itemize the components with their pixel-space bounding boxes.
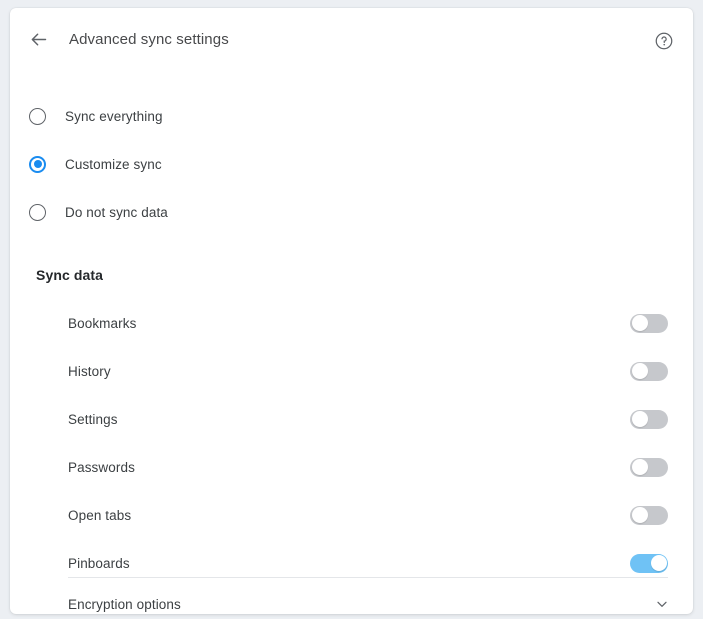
- advanced-sync-settings-card: Advanced sync settings Sync everything C…: [10, 8, 693, 614]
- radio-label-do-not-sync-data: Do not sync data: [65, 204, 168, 220]
- sync-toggle-open-tabs[interactable]: [630, 505, 668, 525]
- help-button[interactable]: [652, 29, 676, 53]
- sync-item-label-history: History: [68, 363, 111, 379]
- help-circle-icon: [655, 32, 673, 50]
- sync-item-label-pinboards: Pinboards: [68, 555, 130, 571]
- radio-option-sync-everything[interactable]: Sync everything: [10, 92, 693, 140]
- sync-data-list: Bookmarks History Settings Passwords Ope: [10, 299, 693, 587]
- encryption-expand-button[interactable]: [653, 595, 671, 613]
- sync-data-heading: Sync data: [36, 267, 104, 283]
- sync-item-label-passwords: Passwords: [68, 459, 135, 475]
- radio-option-customize-sync[interactable]: Customize sync: [10, 140, 693, 188]
- toggle-knob: [631, 363, 648, 379]
- radio-indicator-customize-sync[interactable]: [29, 155, 46, 173]
- encryption-options-row[interactable]: Encryption options: [10, 578, 693, 614]
- toggle-knob: [650, 555, 667, 571]
- sync-toggle-history[interactable]: [630, 361, 668, 381]
- sync-item-open-tabs[interactable]: Open tabs: [10, 491, 693, 539]
- sync-item-history[interactable]: History: [10, 347, 693, 395]
- radio-label-customize-sync: Customize sync: [65, 156, 162, 172]
- back-button[interactable]: [20, 21, 56, 57]
- sync-toggle-pinboards[interactable]: [630, 553, 668, 573]
- sync-toggle-passwords[interactable]: [630, 457, 668, 477]
- radio-indicator-do-not-sync-data[interactable]: [29, 203, 46, 221]
- page-header: Advanced sync settings: [10, 8, 693, 70]
- sync-item-settings[interactable]: Settings: [10, 395, 693, 443]
- chevron-down-icon: [657, 601, 667, 607]
- radio-option-do-not-sync-data[interactable]: Do not sync data: [10, 188, 693, 236]
- radio-label-sync-everything: Sync everything: [65, 108, 163, 124]
- sync-item-label-settings: Settings: [68, 411, 118, 427]
- sync-item-bookmarks[interactable]: Bookmarks: [10, 299, 693, 347]
- toggle-knob: [631, 411, 648, 427]
- sync-item-passwords[interactable]: Passwords: [10, 443, 693, 491]
- radio-indicator-sync-everything[interactable]: [29, 107, 46, 125]
- toggle-knob: [631, 507, 648, 523]
- sync-toggle-bookmarks[interactable]: [630, 313, 668, 333]
- sync-mode-radio-group: Sync everything Customize sync Do not sy…: [10, 92, 693, 236]
- sync-item-label-bookmarks: Bookmarks: [68, 315, 137, 331]
- arrow-left-icon: [31, 33, 46, 45]
- toggle-knob: [631, 315, 648, 331]
- sync-toggle-settings[interactable]: [630, 409, 668, 429]
- page-title: Advanced sync settings: [69, 30, 229, 48]
- toggle-knob: [631, 459, 648, 475]
- encryption-options-label: Encryption options: [68, 596, 181, 612]
- sync-item-label-open-tabs: Open tabs: [68, 507, 132, 523]
